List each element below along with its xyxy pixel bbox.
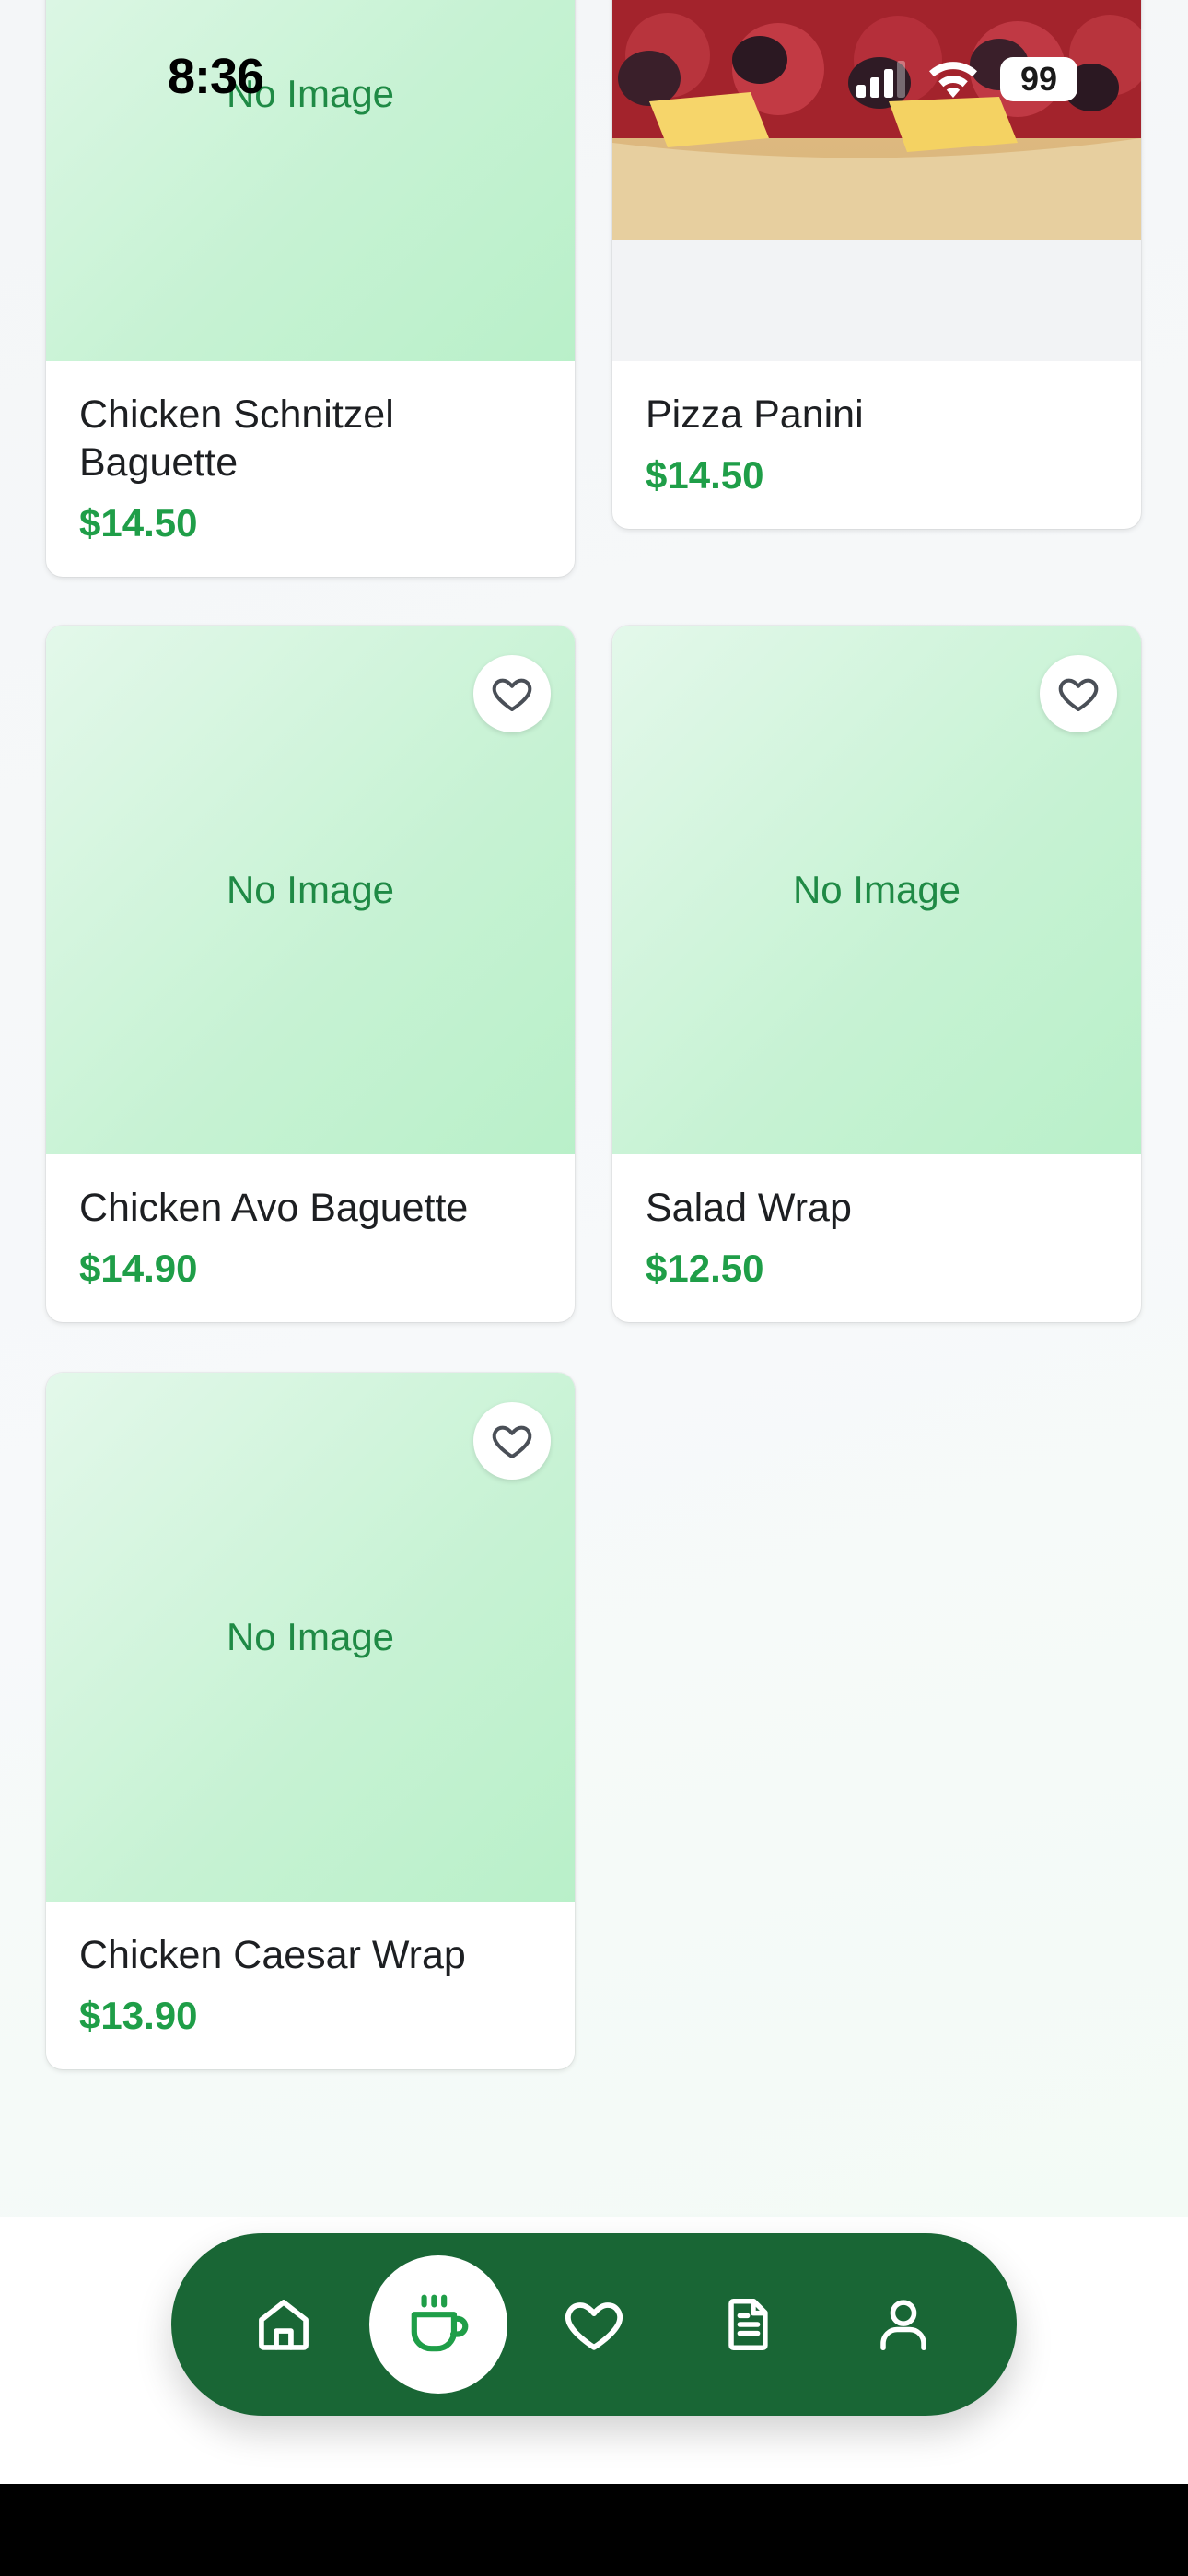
nav-favorites[interactable] (548, 2278, 640, 2371)
nav-home[interactable] (238, 2278, 330, 2371)
product-image-placeholder: No Image (46, 626, 575, 1154)
product-photo (612, 0, 1141, 361)
product-price: $14.50 (646, 453, 764, 497)
no-image-label: No Image (226, 1615, 395, 1658)
favorite-button[interactable] (473, 1402, 551, 1480)
product-name: Salad Wrap (646, 1186, 852, 1230)
system-bottom-bar (0, 2484, 1188, 2576)
product-price: $14.50 (79, 501, 198, 544)
product-card[interactable]: No Image Chicken Avo Baguette $14.90 (46, 626, 575, 1322)
document-icon (728, 2298, 768, 2351)
user-icon (880, 2300, 926, 2351)
heart-icon (1058, 678, 1099, 711)
favorite-button[interactable] (473, 655, 551, 732)
product-card[interactable]: No Image Salad Wrap $12.50 (612, 626, 1141, 1322)
product-image-placeholder: No Image (612, 626, 1141, 1154)
no-image-label: No Image (226, 868, 395, 911)
product-name: Chicken Avo Baguette (79, 1186, 469, 1230)
product-image-placeholder: No Image (46, 1373, 575, 1902)
product-name: Chicken Caesar Wrap (79, 1933, 466, 1977)
product-card[interactable]: No Image Chicken Caesar Wrap $13.90 (46, 1373, 575, 2069)
pizza-panini-photo (612, 0, 1141, 361)
product-price: $14.90 (79, 1247, 198, 1290)
heart-icon (492, 678, 532, 711)
home-icon (259, 2300, 309, 2350)
no-image-label: No Image (226, 72, 395, 115)
product-card[interactable]: No Image Chicken Schnitzel Baguette $14.… (46, 0, 575, 577)
no-image-label: No Image (792, 868, 961, 911)
product-card[interactable]: Pizza Panini $14.50 (612, 0, 1141, 529)
product-price: $12.50 (646, 1247, 764, 1290)
favorite-button[interactable] (1040, 655, 1117, 732)
heart-icon (565, 2302, 623, 2350)
bottom-nav (171, 2233, 1017, 2416)
nav-menu-active[interactable] (369, 2255, 507, 2394)
nav-orders[interactable] (703, 2278, 795, 2371)
product-name: Pizza Panini (646, 392, 864, 437)
coffee-cup-icon (411, 2294, 469, 2352)
product-image-placeholder: No Image (46, 0, 575, 361)
product-name: Chicken Schnitzel Baguette (79, 392, 394, 485)
heart-icon (492, 1425, 532, 1458)
nav-profile[interactable] (857, 2278, 949, 2371)
product-price: $13.90 (79, 1994, 198, 2037)
